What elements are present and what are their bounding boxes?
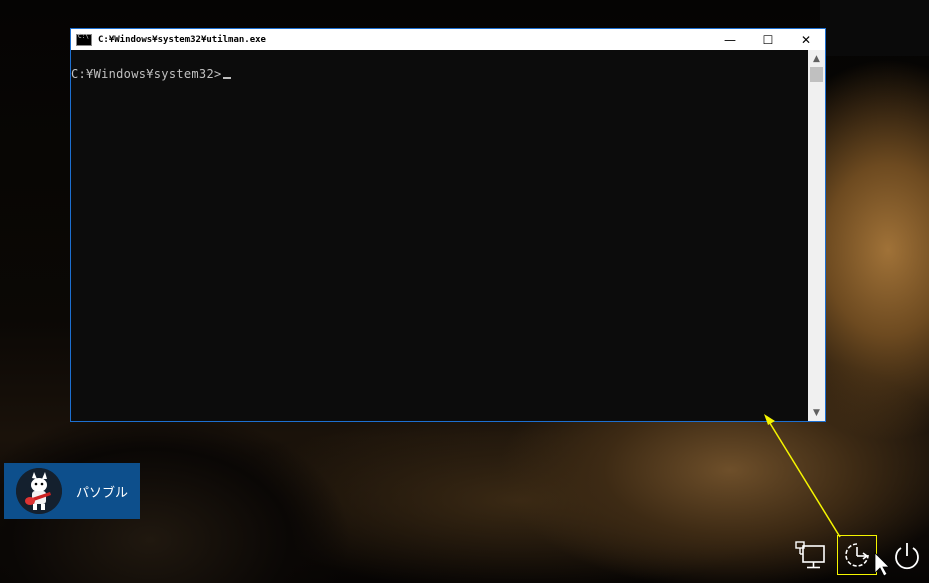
mouse-pointer-icon [874, 552, 890, 577]
annotation-arrow [764, 414, 890, 577]
